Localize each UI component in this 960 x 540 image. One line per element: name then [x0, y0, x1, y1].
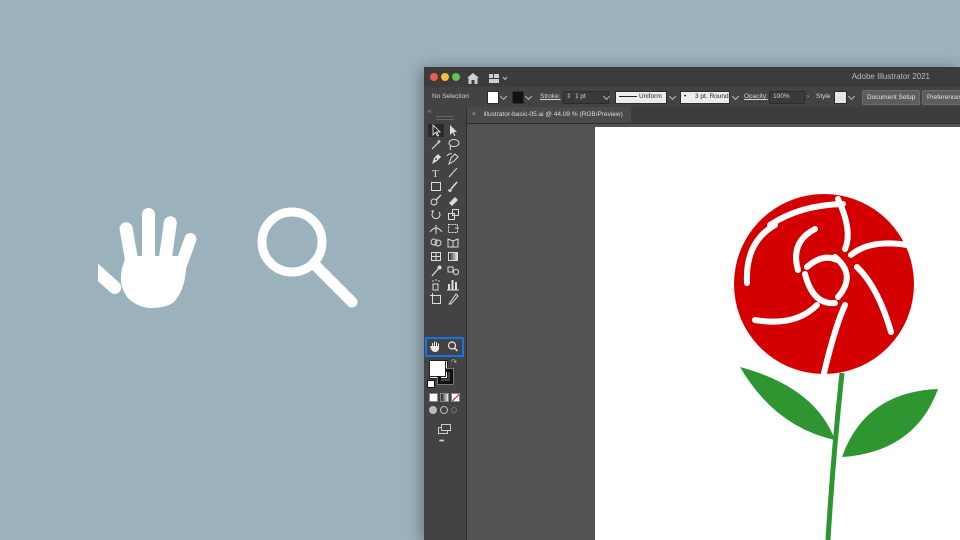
chevron-down-icon[interactable] [731, 92, 740, 101]
close-window-button[interactable] [430, 73, 438, 81]
rose-illustration [734, 194, 938, 540]
artboard-tool-icon[interactable] [428, 292, 444, 305]
close-icon[interactable]: × [472, 111, 476, 118]
profile-value: Uniform [639, 93, 662, 100]
stepper-icon[interactable]: ⇕ [566, 87, 571, 107]
draw-behind-icon[interactable] [440, 406, 448, 414]
maximize-window-button[interactable] [452, 73, 460, 81]
stroke-swatch[interactable] [512, 91, 524, 104]
color-mode-icon[interactable] [429, 393, 438, 402]
document-tab-bar: × illustrator-basic-05.ai @ 44.09 % (RGB… [466, 107, 960, 124]
selection-status: No Selection [432, 93, 469, 100]
rectangle-tool-icon[interactable] [428, 180, 444, 193]
chevron-down-icon[interactable] [668, 92, 677, 101]
chevron-down-icon[interactable] [499, 92, 508, 101]
zoom-tool-icon[interactable] [445, 340, 461, 353]
shape-builder-tool-icon[interactable] [428, 236, 444, 249]
opacity-label[interactable]: Opacity: [744, 87, 768, 107]
draw-inside-icon[interactable] [451, 407, 457, 413]
panel-grip[interactable] [436, 116, 454, 120]
fill-color-front[interactable] [429, 360, 446, 377]
chevron-down-icon[interactable] [524, 92, 533, 101]
none-mode-icon[interactable] [451, 393, 460, 402]
lasso-tool-icon[interactable] [445, 138, 461, 151]
fill-swatch[interactable] [487, 91, 499, 104]
illustrator-window: Adobe Illustrator 2021 No Selection Stro… [424, 67, 960, 540]
preferences-button[interactable]: Preferences [922, 90, 960, 105]
selection-tool-icon[interactable] [428, 123, 444, 137]
tools-panel: « T ↷ ••• [424, 107, 467, 540]
eraser-tool-icon[interactable] [445, 194, 461, 207]
brush-value: 3 pt. Round [695, 93, 729, 100]
hand-tool-icon[interactable] [428, 340, 444, 353]
stroke-line-preview [619, 96, 637, 97]
magic-wand-tool-icon[interactable] [428, 138, 444, 151]
rotate-tool-icon[interactable] [428, 208, 444, 221]
rose-bloom [734, 194, 914, 376]
gradient-mode-icon[interactable] [440, 393, 449, 402]
svg-text:T: T [432, 168, 439, 179]
width-tool-icon[interactable] [428, 222, 444, 235]
stroke-label[interactable]: Stroke: [540, 87, 561, 107]
shaper-tool-icon[interactable] [428, 194, 444, 207]
hand-icon [88, 204, 204, 310]
opacity-value: 100% [773, 93, 790, 100]
right-leaf [842, 389, 938, 457]
app-title: Adobe Illustrator 2021 [851, 72, 930, 81]
arrow-right-icon[interactable]: › [807, 87, 809, 107]
chevron-down-icon[interactable] [847, 92, 856, 101]
scale-tool-icon[interactable] [445, 208, 461, 221]
change-screen-mode-icon[interactable] [438, 421, 452, 439]
default-colors-icon[interactable] [427, 380, 435, 388]
edit-toolbar-icon[interactable]: ••• [439, 438, 444, 445]
title-bar: Adobe Illustrator 2021 [424, 67, 960, 87]
stroke-weight-value: 1 pt [575, 93, 586, 100]
free-transform-tool-icon[interactable] [445, 222, 461, 235]
document-setup-button[interactable]: Document Setup [862, 90, 921, 105]
mesh-tool-icon[interactable] [428, 250, 444, 263]
slice-tool-icon[interactable] [445, 292, 461, 305]
brush-dot-icon: • [684, 93, 687, 100]
collapse-panel-icon[interactable]: « [428, 109, 431, 115]
canvas[interactable] [467, 124, 960, 540]
column-graph-tool-icon[interactable] [445, 278, 461, 291]
symbol-sprayer-tool-icon[interactable] [428, 278, 444, 291]
style-swatch[interactable] [834, 91, 847, 104]
type-tool-icon[interactable]: T [428, 166, 444, 180]
curvature-tool-icon[interactable] [445, 152, 461, 166]
zoom-icon [256, 206, 362, 312]
draw-normal-icon[interactable] [429, 406, 437, 414]
gradient-tool-icon[interactable] [445, 250, 461, 263]
line-segment-tool-icon[interactable] [445, 166, 461, 179]
perspective-grid-tool-icon[interactable] [445, 236, 461, 249]
pen-tool-icon[interactable] [428, 152, 444, 165]
eyedropper-tool-icon[interactable] [428, 264, 444, 277]
style-label: Style [816, 93, 831, 100]
paintbrush-tool-icon[interactable] [445, 180, 461, 193]
control-bar: No Selection Stroke: ⇕ 1 pt Uniform • 3 … [424, 87, 960, 108]
direct-selection-tool-icon[interactable] [445, 124, 461, 137]
blend-tool-icon[interactable] [445, 264, 461, 277]
artboard [595, 127, 960, 540]
minimize-window-button[interactable] [441, 73, 449, 81]
swap-colors-icon[interactable]: ↷ [451, 358, 457, 366]
left-leaf [740, 367, 835, 440]
document-tab[interactable]: × illustrator-basic-05.ai @ 44.09 % (RGB… [466, 107, 631, 123]
document-tab-label: illustrator-basic-05.ai @ 44.09 % (RGB/P… [483, 111, 623, 118]
